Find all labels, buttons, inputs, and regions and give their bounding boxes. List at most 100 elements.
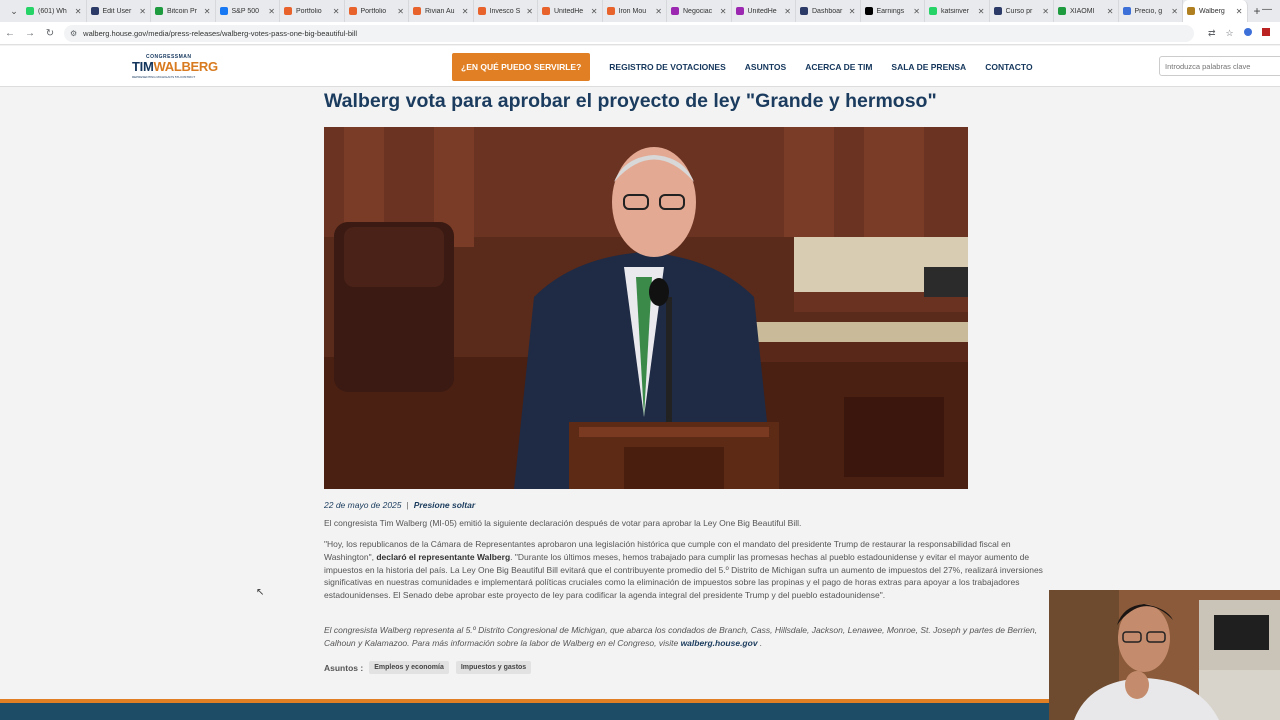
browser-tab[interactable]: Curso pr ✕ [990,0,1054,22]
tab-close-icon[interactable]: ✕ [849,7,856,16]
forward-arrow-icon[interactable]: → [20,28,40,39]
browser-tab[interactable]: Earnings ✕ [861,0,925,22]
tab-title: Portfolio [360,7,387,15]
url-field[interactable]: ⚙ walberg.house.gov/media/press-releases… [64,24,1194,42]
site-logo[interactable]: CONGRESSMAN TIMWALBERG REPRESENTING MICH… [132,54,218,80]
url-text: walberg.house.gov/media/press-releases/w… [83,28,358,38]
logo-first-name: TIM [132,59,154,74]
tab-close-icon[interactable]: ✕ [978,7,985,16]
tab-close-icon[interactable]: ✕ [720,7,727,16]
back-arrow-icon[interactable]: ← [0,28,20,39]
extension-2-icon[interactable] [1261,27,1270,36]
tab-favicon-icon [26,7,34,15]
tab-favicon-icon [929,7,937,15]
topic-tag-taxes[interactable]: Impuestos y gastos [455,661,532,674]
website-link[interactable]: walberg.house.gov [681,638,758,648]
tab-favicon-icon [477,7,486,15]
article-category-link[interactable]: Presione soltar [414,500,475,510]
nav-about[interactable]: ACERCA DE TIM [805,62,872,72]
tab-search-chevron-icon[interactable]: ⌄ [6,6,22,17]
tab-close-icon[interactable]: ✕ [1042,7,1049,16]
tab-close-icon[interactable]: ✕ [655,7,662,16]
browser-tab[interactable]: XIAOMI ✕ [1054,0,1119,22]
browser-tab[interactable]: UnitedHe ✕ [538,0,603,22]
tab-favicon-icon [90,7,99,15]
tab-close-icon[interactable]: ✕ [1171,7,1178,16]
translate-icon[interactable]: ⇄ [1208,28,1216,39]
browser-tab[interactable]: Invesco S ✕ [474,0,538,22]
tab-close-icon[interactable]: ✕ [268,7,275,16]
tab-close-icon[interactable]: ✕ [75,7,82,16]
tab-favicon-icon [800,7,808,15]
tab-title: Dashboar [812,7,843,15]
browser-tab[interactable]: Rivian Au ✕ [409,0,474,22]
help-cta-button[interactable]: ¿EN QUÉ PUEDO SERVIRLE? [452,53,591,81]
browser-tab[interactable]: Negociac ✕ [667,0,732,22]
tab-title: Earnings [876,7,905,15]
tab-favicon-icon [1058,7,1066,15]
tab-close-icon[interactable]: ✕ [1236,7,1243,16]
tab-title: Invesco S [489,7,521,15]
site-header: CONGRESSMAN TIMWALBERG REPRESENTING MICH… [0,46,1280,87]
new-tab-plus-icon[interactable]: + [1254,4,1261,18]
browser-tab[interactable]: katsinver ✕ [925,0,990,22]
browser-tab[interactable]: Dashboar ✕ [796,0,861,22]
speaker-at-podium-image [324,127,968,489]
extension-icon[interactable] [1243,27,1252,36]
article-intro: El congresista Tim Walberg (MI-05) emiti… [324,518,802,528]
meta-separator: | [406,500,409,510]
browser-tab[interactable]: Iron Mou ✕ [603,0,667,22]
tab-title: (601) Wh [38,7,67,15]
browser-tab[interactable]: (601) Wh ✕ [22,0,87,22]
tab-title: Portfolio [296,7,322,15]
site-search-input[interactable] [1159,56,1280,76]
nav-contact[interactable]: CONTACTO [985,62,1032,72]
tab-close-icon[interactable]: ✕ [333,7,340,16]
tab-close-icon[interactable]: ✕ [397,7,404,16]
reload-icon[interactable]: ↻ [40,28,60,39]
browser-tab[interactable]: Portfolio ✕ [345,0,409,22]
browser-tab[interactable]: Walberg ✕ [1183,0,1248,22]
site-info-icon[interactable]: ⚙ [70,29,77,38]
window-minimize-icon[interactable]: — [1262,4,1272,15]
browser-tab[interactable]: Bitcoin Pr ✕ [151,0,216,22]
nav-votes[interactable]: REGISTRO DE VOTACIONES [609,62,726,72]
nav-issues[interactable]: ASUNTOS [745,62,786,72]
tab-close-icon[interactable]: ✕ [204,7,211,16]
tab-title: UnitedHe [747,7,777,15]
tab-close-icon[interactable]: ✕ [462,7,469,16]
article-photo [324,127,968,489]
tab-title: Iron Mou [618,7,647,15]
topic-tag-jobs[interactable]: Empleos y economía [369,661,449,674]
browser-tab[interactable]: Edit User ✕ [87,0,151,22]
browser-tab[interactable]: Portfolio ✕ [280,0,345,22]
tab-close-icon[interactable]: ✕ [139,7,146,16]
browser-tab[interactable]: UnitedHe ✕ [732,0,796,22]
tab-favicon-icon [1122,7,1131,15]
tab-close-icon[interactable]: ✕ [526,7,533,16]
tab-title: Curso pr [1005,7,1033,15]
article-meta: 22 de mayo de 2025 | Presione soltar [324,500,475,510]
article-quote: "Hoy, los republicanos de la Cámara de R… [324,538,1044,602]
main-nav: ¿EN QUÉ PUEDO SERVIRLE? REGISTRO DE VOTA… [452,53,1033,81]
tab-close-icon[interactable]: ✕ [784,7,791,16]
logo-subtitle: REPRESENTING MICHIGAN'S 5TH DISTRICT [132,75,196,79]
topics-label: Asuntos : [324,662,364,673]
tab-title: S&P 500 [231,7,260,15]
tab-title: XIAOMI [1070,7,1095,15]
tab-favicon-icon [606,7,615,15]
bookmark-star-icon[interactable]: ☆ [1226,28,1234,39]
tab-close-icon[interactable]: ✕ [913,7,920,16]
tab-title: Edit User [102,7,132,15]
browser-tab[interactable]: S&P 500 ✕ [216,0,280,22]
tab-title: Rivian Au [425,7,455,15]
nav-press-room[interactable]: SALA DE PRENSA [891,62,966,72]
tab-favicon-icon [284,7,292,15]
browser-tab[interactable]: Precio, g ✕ [1119,0,1183,22]
tab-close-icon[interactable]: ✕ [1107,7,1114,16]
bio-end: . [757,637,763,648]
topics-row: Asuntos : Empleos y economía Impuestos y… [324,661,538,674]
webcam-overlay [1049,590,1280,720]
tab-title: Negociac [683,7,713,15]
tab-close-icon[interactable]: ✕ [591,7,598,16]
